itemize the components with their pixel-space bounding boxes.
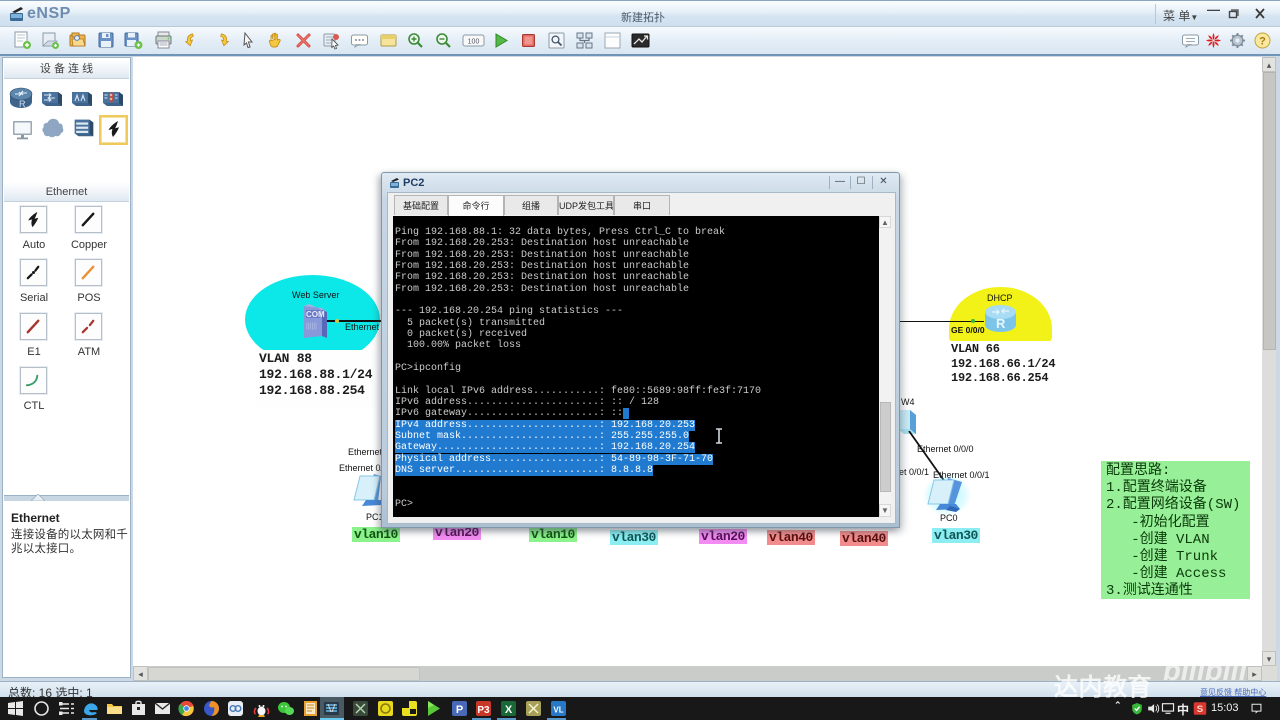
svg-text:R: R	[19, 99, 26, 109]
svg-text:P3: P3	[477, 705, 490, 716]
svg-text:100: 100	[468, 39, 480, 46]
svg-text:VL: VL	[553, 706, 563, 715]
svg-text:||||||: ||||||	[306, 323, 317, 330]
svg-text:COM: COM	[306, 310, 325, 319]
svg-text:R: R	[996, 316, 1006, 331]
svg-text:X: X	[505, 704, 513, 716]
svg-text:?: ?	[1259, 36, 1266, 48]
svg-text:P: P	[456, 704, 463, 716]
svg-text:S: S	[1197, 704, 1203, 715]
